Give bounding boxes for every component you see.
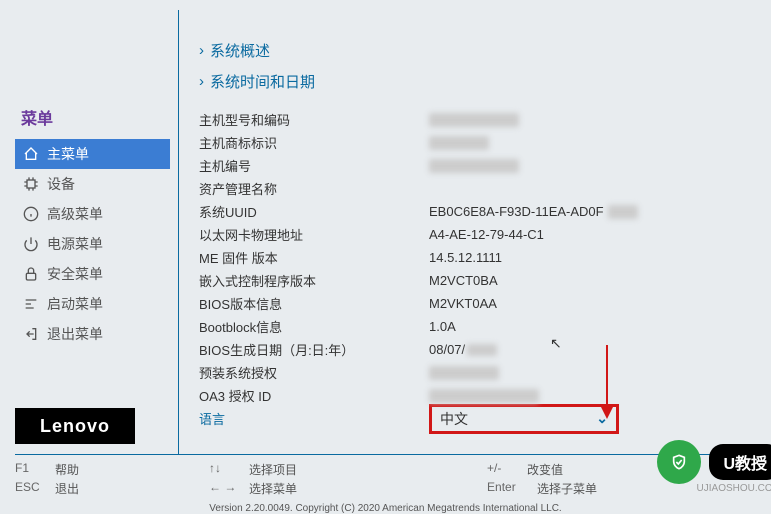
info-value-blurred <box>429 159 519 173</box>
info-value-blurred <box>467 344 497 356</box>
menu-item-main[interactable]: 主菜单 <box>15 139 170 169</box>
key-f1-label: 帮助 <box>55 461 79 478</box>
key-esc: ESC <box>15 480 45 497</box>
info-row: 系统UUIDEB0C6E8A-F93D-11EA-AD0F <box>199 202 756 221</box>
info-value: 1.0A <box>429 319 456 334</box>
link-system-overview[interactable]: › 系统概述 <box>199 40 756 61</box>
key-leftright-label: 选择菜单 <box>249 480 297 497</box>
info-label: Bootblock信息 <box>199 317 429 336</box>
info-value: A4-AE-12-79-44-C1 <box>429 227 544 242</box>
content-area: › 系统概述 › 系统时间和日期 主机型号和编码 主机商标标识 主机编号 资产管… <box>199 10 756 454</box>
info-row: ME 固件 版本14.5.12.1111 <box>199 248 756 267</box>
link-label: 系统概述 <box>210 40 270 61</box>
info-value-blurred <box>429 136 489 150</box>
menu-label: 启动菜单 <box>47 294 103 314</box>
menu-label: 高级菜单 <box>47 204 103 224</box>
info-label: 以太网卡物理地址 <box>199 225 429 244</box>
menu-title: 菜单 <box>21 105 170 129</box>
info-row: 预装系统授权 <box>199 363 756 382</box>
key-updown: ↑↓ <box>209 461 239 478</box>
shield-check-icon <box>657 440 701 484</box>
info-row: Bootblock信息1.0A <box>199 317 756 336</box>
menu-item-security[interactable]: 安全菜单 <box>15 259 170 289</box>
menu-item-power[interactable]: 电源菜单 <box>15 229 170 259</box>
menu-label: 安全菜单 <box>47 264 103 284</box>
language-value: 中文 <box>440 409 468 429</box>
info-row: 主机型号和编码 <box>199 110 756 129</box>
info-value-blurred <box>429 366 499 380</box>
key-enter-label: 选择子菜单 <box>537 480 597 497</box>
menu-label: 退出菜单 <box>47 324 103 344</box>
menu-label: 主菜单 <box>47 144 89 164</box>
info-row: BIOS生成日期（月:日:年）08/07/ <box>199 340 756 359</box>
boot-icon <box>23 296 39 312</box>
info-row: 主机商标标识 <box>199 133 756 152</box>
menu-item-boot[interactable]: 启动菜单 <box>15 289 170 319</box>
watermark-domain: UJIAOSHOU.COM <box>697 483 771 494</box>
lock-icon <box>23 266 39 282</box>
info-label: 主机商标标识 <box>199 133 429 152</box>
info-row: 嵌入式控制程序版本M2VCT0BA <box>199 271 756 290</box>
info-value-blurred <box>429 113 519 127</box>
key-updown-label: 选择项目 <box>249 461 297 478</box>
menu-label: 电源菜单 <box>47 234 103 254</box>
info-label: 系统UUID <box>199 202 429 221</box>
menu-item-exit[interactable]: 退出菜单 <box>15 319 170 349</box>
info-value: EB0C6E8A-F93D-11EA-AD0F <box>429 204 604 219</box>
menu-item-advanced[interactable]: 高级菜单 <box>15 199 170 229</box>
info-label: 资产管理名称 <box>199 179 429 198</box>
info-block: 主机型号和编码 主机商标标识 主机编号 资产管理名称 系统UUIDEB0C6E8… <box>199 110 756 428</box>
info-label: 嵌入式控制程序版本 <box>199 271 429 290</box>
info-value-blurred <box>608 205 638 219</box>
watermark-text: U教授 <box>709 444 771 480</box>
vertical-divider <box>178 10 179 454</box>
info-label: BIOS版本信息 <box>199 294 429 313</box>
footer: F1 帮助 ESC 退出 ↑↓ 选择项目 ← → 选择菜单 +/- 改变值 Enter 选择… <box>15 454 756 514</box>
info-row: 资产管理名称 <box>199 179 756 198</box>
info-label: 主机编号 <box>199 156 429 175</box>
info-label: 主机型号和编码 <box>199 110 429 129</box>
info-value-blurred <box>429 389 539 403</box>
footer-keys: F1 帮助 ESC 退出 ↑↓ 选择项目 ← → 选择菜单 +/- 改变值 Enter 选择… <box>15 461 756 497</box>
menu-list: 主菜单 设备 高级菜单 电源菜单 安全菜单 <box>15 139 170 349</box>
copyright: Version 2.20.0049. Copyright (C) 2020 Am… <box>15 503 756 514</box>
link-system-datetime[interactable]: › 系统时间和日期 <box>199 71 756 92</box>
power-icon <box>23 236 39 252</box>
cursor-icon: ↖ <box>550 335 562 352</box>
sidebar: 菜单 主菜单 设备 高级菜单 电源菜单 <box>15 10 170 454</box>
caret-right-icon: › <box>199 42 204 59</box>
language-label: 语言 <box>199 409 429 428</box>
link-label: 系统时间和日期 <box>210 71 315 92</box>
menu-label: 设备 <box>47 174 75 194</box>
chevron-down-icon: ⌄ <box>596 410 608 427</box>
watermark: U教授 <box>657 440 771 484</box>
info-value: 14.5.12.1111 <box>429 250 502 265</box>
info-value: M2VKT0AA <box>429 296 497 311</box>
home-icon <box>23 146 39 162</box>
info-row: 以太网卡物理地址A4-AE-12-79-44-C1 <box>199 225 756 244</box>
language-select[interactable]: 中文 ⌄ <box>429 404 619 434</box>
info-icon <box>23 206 39 222</box>
info-label: BIOS生成日期（月:日:年） <box>199 340 429 359</box>
key-f1: F1 <box>15 461 45 478</box>
key-enter: Enter <box>487 480 527 497</box>
language-row: 语言 中文 ⌄ <box>199 409 756 428</box>
info-label: ME 固件 版本 <box>199 248 429 267</box>
chip-icon <box>23 176 39 192</box>
info-value: 08/07/ <box>429 342 465 357</box>
key-leftright: ← → <box>209 480 239 497</box>
info-row: 主机编号 <box>199 156 756 175</box>
key-plusminus: +/- <box>487 461 517 478</box>
info-label: 预装系统授权 <box>199 363 429 382</box>
exit-icon <box>23 326 39 342</box>
caret-right-icon: › <box>199 73 204 90</box>
lenovo-logo: Lenovo <box>15 408 135 444</box>
menu-item-device[interactable]: 设备 <box>15 169 170 199</box>
info-label: OA3 授权 ID <box>199 386 429 405</box>
info-value: M2VCT0BA <box>429 273 498 288</box>
key-esc-label: 退出 <box>55 480 79 497</box>
info-row: OA3 授权 ID <box>199 386 756 405</box>
key-plusminus-label: 改变值 <box>527 461 563 478</box>
info-row: BIOS版本信息M2VKT0AA <box>199 294 756 313</box>
